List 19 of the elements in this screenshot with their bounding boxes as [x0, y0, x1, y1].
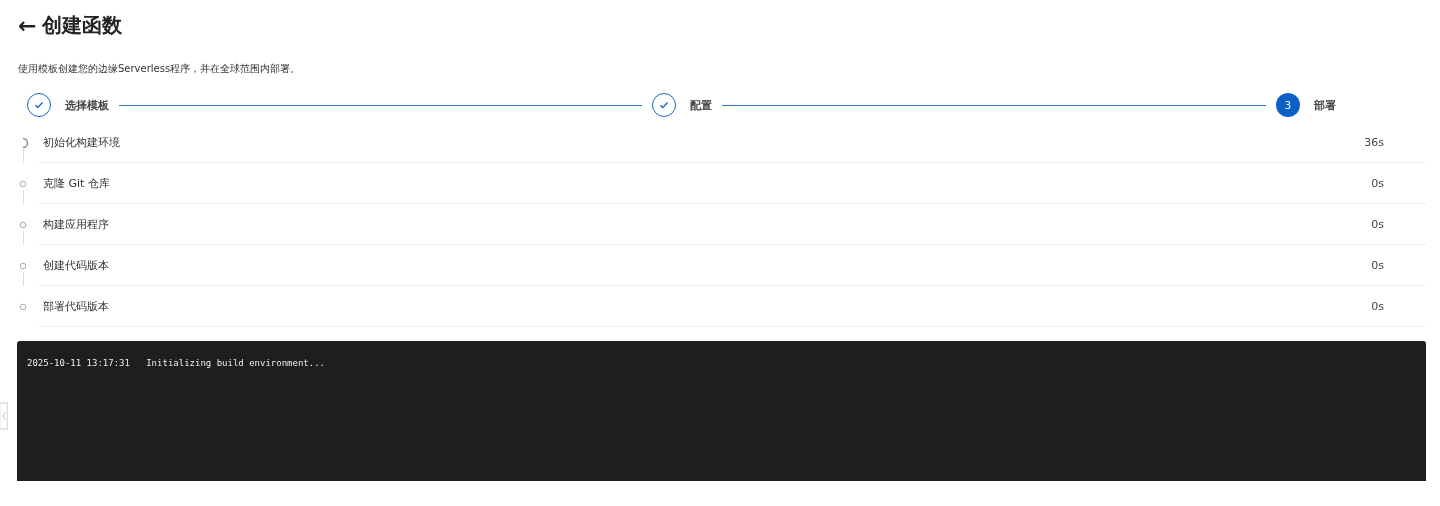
task-duration: 0s — [1371, 177, 1384, 190]
step-number: 3 — [1276, 93, 1300, 117]
task-name: 克隆 Git 仓库 — [43, 176, 110, 191]
task-duration: 36s — [1364, 136, 1384, 149]
task-name: 创建代码版本 — [43, 258, 109, 273]
page-title: 创建函数 — [42, 11, 123, 39]
step-label: 选择模板 — [65, 97, 109, 113]
back-button[interactable]: ← — [18, 12, 37, 38]
step-label: 部署 — [1314, 97, 1336, 113]
task-name: 部署代码版本 — [43, 299, 109, 314]
step-label: 配置 — [689, 97, 712, 113]
task-duration: 0s — [1371, 300, 1384, 313]
task-duration: 0s — [1371, 259, 1384, 272]
collapse-handle-icon[interactable] — [0, 402, 8, 430]
task-name: 初始化构建环境 — [43, 135, 120, 150]
task-duration: 0s — [1371, 218, 1384, 231]
page-description: 使用模板创建您的边缘Serverless程序，并在全球范围内部署。 — [18, 62, 302, 76]
task-name: 构建应用程序 — [43, 217, 109, 232]
log-line: 2025-10-11 13:17:31 Initializing build environment... — [27, 358, 326, 368]
